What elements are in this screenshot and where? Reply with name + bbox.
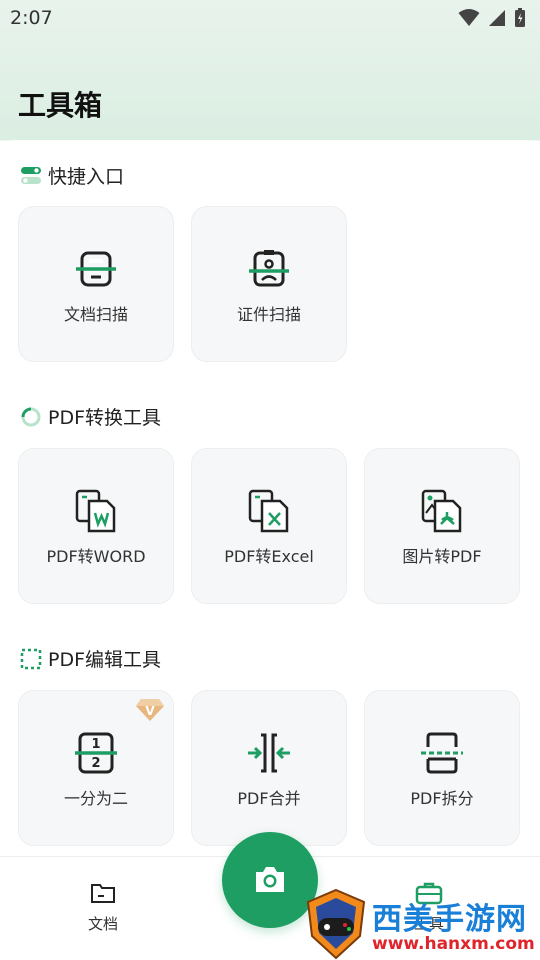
tool-pdf-merge[interactable]: PDF合并 (191, 690, 347, 846)
tool-label: PDF转WORD (46, 547, 146, 566)
tool-label: 一分为二 (63, 789, 128, 808)
tool-split-in-two[interactable]: V 1 2 一分为二 (18, 690, 174, 846)
page-title: 工具箱 (18, 89, 103, 122)
folder-icon (91, 884, 115, 903)
tool-label: PDF合并 (237, 789, 301, 808)
wifi-icon (458, 9, 480, 26)
toolbox-content: 快捷入口 文档扫描 证件扫描 PDF转换工具 PDF转WORD PDF转Exce… (0, 140, 540, 856)
pdf-to-excel-icon (248, 489, 289, 533)
camera-icon (256, 867, 284, 892)
section-header-quick-entry: 快捷入口 (20, 162, 124, 189)
pdf-to-word-icon (75, 489, 116, 533)
loop-icon (20, 406, 42, 428)
split-in-two-icon: 1 2 (75, 732, 117, 774)
battery-icon (515, 8, 525, 27)
section-title: PDF编辑工具 (48, 649, 162, 671)
tool-pdf-split[interactable]: PDF拆分 (364, 690, 520, 846)
status-time: 2:07 (10, 7, 53, 29)
nav-item-documents[interactable]: 文档 (88, 881, 118, 934)
tool-label: 文档扫描 (63, 305, 128, 324)
vip-diamond-icon: V (136, 699, 164, 721)
signal-icon (489, 10, 505, 26)
svg-text:1: 1 (91, 737, 100, 752)
tool-document-scan[interactable]: 文档扫描 (18, 206, 174, 362)
tool-id-scan[interactable]: 证件扫描 (191, 206, 347, 362)
dashed-square-icon (20, 648, 42, 670)
tool-label: 图片转PDF (402, 547, 482, 566)
toggle-icon (20, 165, 42, 187)
document-scan-icon (76, 251, 116, 287)
svg-text:V: V (145, 704, 155, 718)
tool-label: 证件扫描 (236, 305, 301, 324)
gamepad-shield-logo (306, 888, 366, 960)
watermark-title: 西美手游网 (372, 902, 527, 937)
image-to-pdf-icon (421, 489, 462, 533)
tool-pdf-to-excel[interactable]: PDF转Excel (191, 448, 347, 604)
status-icons (458, 8, 526, 28)
tool-image-to-pdf[interactable]: 图片转PDF (364, 448, 520, 604)
nav-label: 文档 (88, 915, 119, 933)
pdf-merge-icon (248, 733, 290, 773)
id-scan-icon (249, 250, 289, 287)
tool-pdf-to-word[interactable]: PDF转WORD (18, 448, 174, 604)
watermark: 西美手游网 www.hanxm.com (300, 888, 540, 960)
section-title: 快捷入口 (48, 166, 125, 188)
pdf-split-icon (421, 732, 463, 774)
watermark-url: www.hanxm.com (372, 934, 535, 954)
tool-label: PDF拆分 (410, 789, 474, 808)
section-header-pdf-edit: PDF编辑工具 (20, 645, 161, 672)
section-title: PDF转换工具 (48, 407, 162, 429)
svg-text:2: 2 (91, 756, 100, 771)
status-bar: 2:07 (0, 0, 540, 36)
section-header-pdf-convert: PDF转换工具 (20, 403, 161, 430)
tool-label: PDF转Excel (224, 547, 314, 566)
